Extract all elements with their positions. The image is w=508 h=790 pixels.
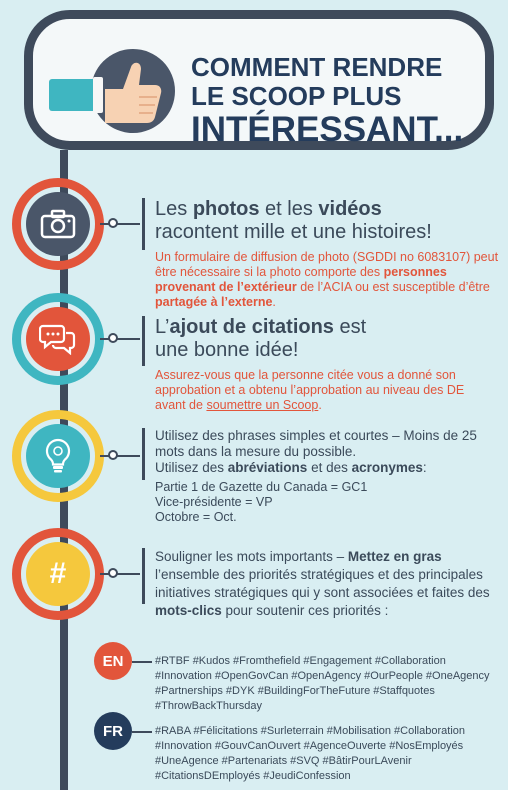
title-line-2: LE SCOOP PLUS [191, 81, 402, 111]
section-1-node [26, 192, 90, 256]
infographic: COMMENT RENDRE LE SCOOP PLUS INTÉRESSANT… [0, 0, 508, 790]
camera-icon [40, 209, 76, 239]
section-2-bar [142, 316, 145, 366]
section-1-dot [108, 218, 118, 228]
section-1-heading: Les photos et les vidéos racontent mille … [155, 198, 432, 243]
section-2-connector [100, 338, 140, 340]
title-line-3: INTÉRESSANT... [191, 110, 464, 149]
en-hashtags: #RTBF #Kudos #Fromthefield #Engagement #… [155, 655, 490, 712]
section-1-bar [142, 198, 145, 250]
section-4-text: Souligner les mots importants – Mettez e… [155, 549, 490, 618]
sleeve-cuff [49, 79, 99, 111]
section-simple-sentences: Utilisez des phrases simples et courtes … [155, 428, 490, 525]
section-1-note: Un formulaire de diffusion de photo (SGD… [155, 250, 499, 309]
section-quotes: L’ajout de citations est une bonne idée! … [155, 316, 500, 413]
section-2-heading: L’ajout de citations est une bonne idée! [155, 316, 367, 361]
section-2-node [26, 307, 90, 371]
abbreviation-example: Octobre = Oct. [155, 510, 237, 524]
page-title: COMMENT RENDRE LE SCOOP PLUS INTÉRESSANT… [191, 53, 463, 149]
section-2-note: Assurez-vous que la personne citée vous … [155, 368, 465, 412]
section-2-dot [108, 333, 118, 343]
section-4-connector [100, 573, 140, 575]
title-line-1: COMMENT RENDRE [191, 52, 443, 82]
hashtag-symbol: # [26, 542, 90, 606]
section-3-text-2: Utilisez des abréviations et des acronym… [155, 460, 427, 475]
abbreviation-example: Partie 1 de Gazette du Canada = GC1 [155, 480, 368, 494]
section-3-node [26, 424, 90, 488]
fr-badge: FR [94, 712, 132, 750]
en-badge: EN [94, 642, 132, 680]
section-hashtags: Souligner les mots importants – Mettez e… [155, 548, 490, 620]
section-1-connector [100, 223, 140, 225]
abbreviation-examples: Partie 1 de Gazette du Canada = GC1 Vice… [155, 480, 490, 525]
section-3-dot [108, 450, 118, 460]
fr-connector [132, 731, 152, 733]
section-photos: Les photos et les vidéos racontent mille … [155, 198, 500, 310]
speech-bubbles-icon [39, 324, 76, 355]
thumbs-up-icon [105, 62, 162, 123]
abbreviation-example: Vice-présidente = VP [155, 495, 273, 509]
header-banner: COMMENT RENDRE LE SCOOP PLUS INTÉRESSANT… [24, 10, 494, 150]
fr-hashtags: #RABA #Félicitations #Surleterrain #Mobi… [155, 725, 465, 782]
section-4-bar [142, 548, 145, 604]
section-3-bar [142, 428, 145, 480]
lightbulb-icon [45, 438, 71, 473]
en-connector [132, 661, 152, 663]
section-3-connector [100, 455, 140, 457]
section-4-dot [108, 568, 118, 578]
section-3-text-1: Utilisez des phrases simples et courtes … [155, 428, 477, 459]
